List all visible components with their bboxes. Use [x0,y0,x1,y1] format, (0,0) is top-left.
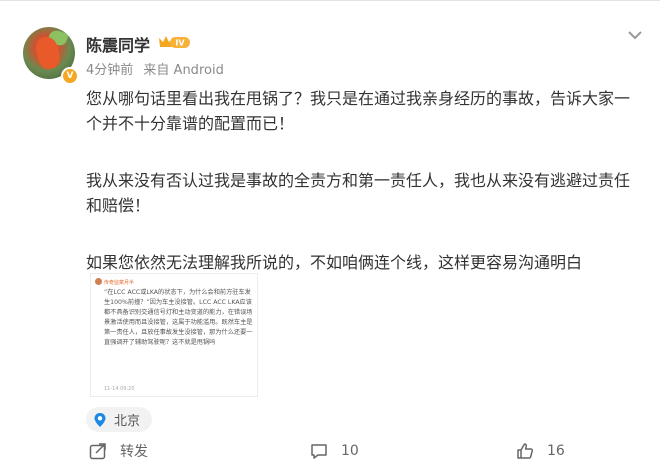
post-image[interactable]: 传奇监菜月半 “在LCC ACC或LKA的状态下，为什么会和前方驻车发生100%… [90,273,258,397]
image-avatar [95,278,102,285]
post-paragraph: 如果您依然无法理解我所说的，不如咱俩连个线，这样更容易沟通明白 [86,253,583,272]
post-time: 4分钟前 [86,63,134,78]
image-author: 传奇监菜月半 [104,280,135,286]
share-icon [89,443,106,460]
share-button[interactable]: 转发 [88,441,148,461]
comment-button[interactable]: 10 [309,441,359,461]
post-meta: 4分钟前 来自 Android [86,59,230,78]
location-tag[interactable]: 北京 [86,407,153,432]
action-bar: 转发 10 16 [0,441,660,465]
location-pin-icon [94,412,106,427]
like-button[interactable]: 16 [515,441,565,461]
thumbs-up-icon [517,443,534,459]
comment-count: 10 [341,443,359,459]
post-paragraph: 您从哪句话里看出我在甩锅了？我只是在通过我亲身经历的事故，告诉大家一个并不十分靠… [86,89,631,133]
post-source: 来自 Android [143,63,224,78]
verified-badge-icon: V [61,67,79,85]
like-count: 16 [547,443,565,459]
post-paragraph: 我从来没有否认过我是事故的全责方和第一责任人，我也从来没有逃避过责任和赔偿！ [86,171,631,215]
level-crown-badge-icon: IV [159,36,190,48]
location-text: 北京 [114,414,141,429]
weibo-post: V 陈震同学 IV 4分钟前 来自 Android 您从哪句话里看出我在甩锅了？… [0,0,660,469]
image-text: “在LCC ACC或LKA的状态下，为什么会和前方驻车发生100%前撞？”因为车… [104,289,253,346]
username[interactable]: 陈震同学 [86,32,150,56]
post-content: 您从哪句话里看出我在甩锅了？我只是在通过我亲身经历的事故，告诉大家一个并不十分靠… [86,86,634,275]
image-time: 11-14 09:20 [104,386,135,392]
comment-icon [311,444,327,459]
more-chevron-icon[interactable] [625,27,645,43]
level-badge-text: IV [175,39,185,48]
share-label: 转发 [120,444,148,460]
